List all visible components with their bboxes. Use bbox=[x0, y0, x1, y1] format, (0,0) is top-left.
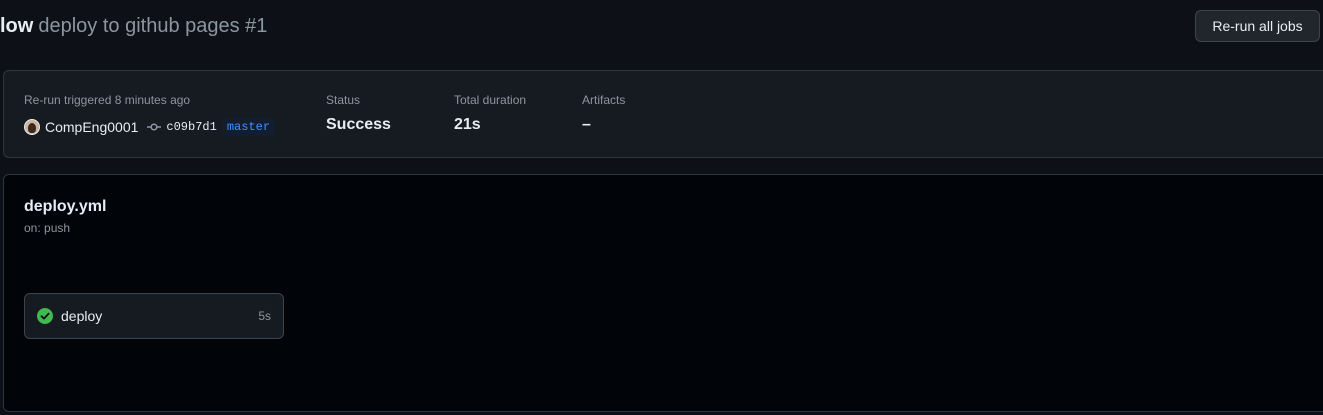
status-label: Status bbox=[326, 93, 361, 107]
job-name: deploy bbox=[61, 308, 103, 324]
run-title: deploy to github pages #1 bbox=[38, 15, 268, 37]
workflow-trigger: on: push bbox=[24, 221, 71, 235]
rerun-all-jobs-button[interactable]: Re-run all jobs bbox=[1195, 10, 1320, 42]
trigger-details: CompEng0001 c09b7d1 master bbox=[24, 117, 276, 137]
workflow-file-name[interactable]: deploy.yml bbox=[24, 198, 106, 216]
trigger-label: Re-run triggered 8 minutes ago bbox=[24, 93, 191, 107]
branch-badge[interactable]: master bbox=[221, 118, 276, 136]
total-duration-label: Total duration bbox=[454, 93, 527, 107]
job-duration: 5s bbox=[258, 309, 271, 323]
git-commit-icon bbox=[147, 122, 162, 132]
page-title: low deploy to github pages #1 bbox=[0, 12, 267, 40]
check-circle-fill-icon bbox=[37, 308, 53, 324]
artifacts-label: Artifacts bbox=[582, 93, 626, 107]
run-header: low deploy to github pages #1 Re-run all … bbox=[0, 0, 1323, 54]
artifacts-value: – bbox=[582, 116, 591, 133]
workflow-graph: deploy.yml on: push deploy 5s bbox=[3, 174, 1323, 412]
actor-link[interactable]: CompEng0001 bbox=[45, 119, 138, 135]
workflow-title-prefix: low bbox=[0, 15, 34, 37]
run-summary-panel: Re-run triggered 8 minutes ago CompEng00… bbox=[3, 70, 1323, 158]
status-value: Success bbox=[326, 116, 391, 133]
job-card-deploy[interactable]: deploy 5s bbox=[24, 293, 284, 339]
commit-sha-link[interactable]: c09b7d1 bbox=[166, 120, 216, 134]
avatar[interactable] bbox=[24, 119, 40, 135]
total-duration-value: 21s bbox=[454, 116, 481, 133]
